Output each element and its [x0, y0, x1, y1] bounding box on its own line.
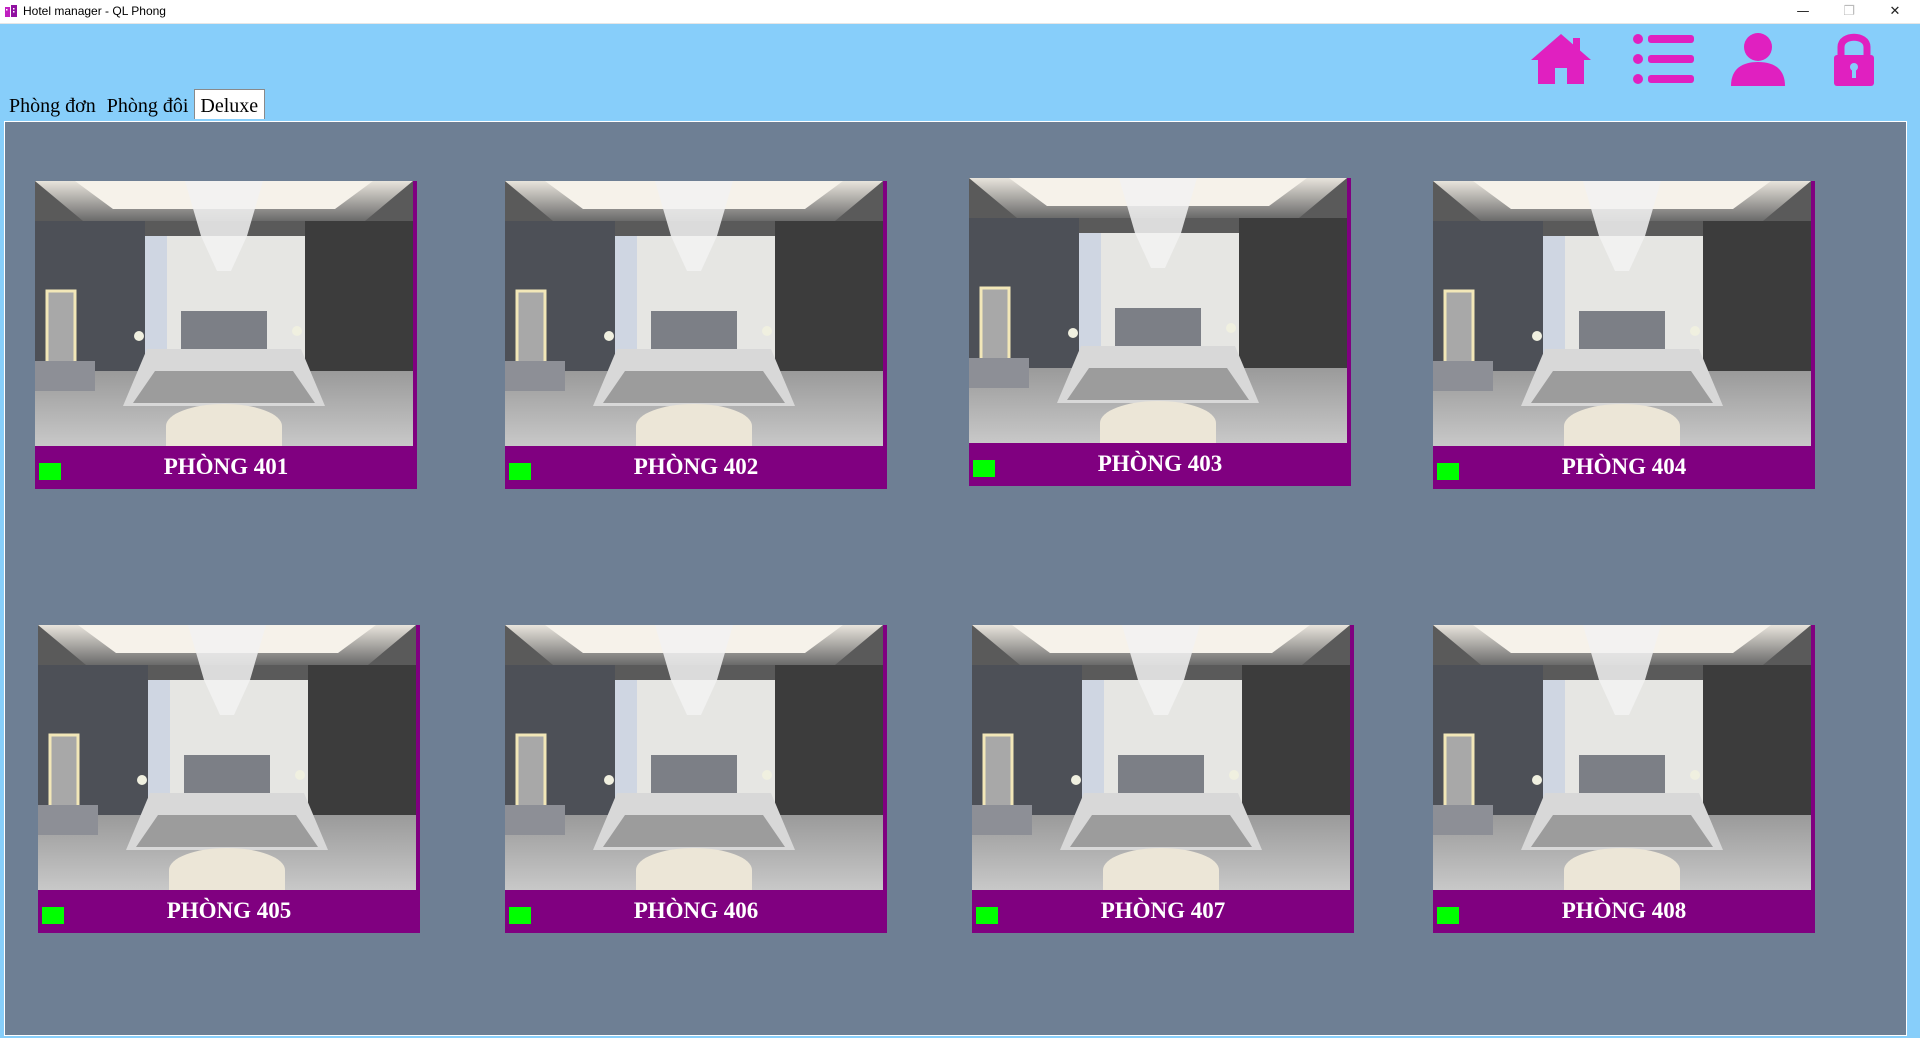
close-button[interactable]: ✕ — [1872, 0, 1918, 23]
tab-phong-doi[interactable]: Phòng đôi — [102, 91, 195, 121]
room-photo — [505, 625, 883, 890]
room-type-tabs: Phòng đơn Phòng đôi Deluxe — [4, 89, 266, 121]
room-photo — [969, 178, 1347, 443]
room-label: PHÒNG 403 — [1097, 451, 1223, 476]
title-bar: Hotel manager - QL Phong — ❐ ✕ — [0, 0, 1920, 24]
tab-deluxe[interactable]: Deluxe — [194, 89, 266, 119]
list-icon[interactable] — [1632, 32, 1696, 86]
room-photo — [38, 625, 416, 890]
room-photo — [35, 181, 413, 446]
home-icon[interactable] — [1529, 32, 1593, 86]
room-label: PHÒNG 405 — [166, 898, 292, 923]
room-photo — [1433, 625, 1811, 890]
room-label: PHÒNG 402 — [633, 454, 759, 479]
room-label: PHÒNG 408 — [1561, 898, 1687, 923]
room-card-404[interactable]: PHÒNG 404 — [1433, 181, 1815, 489]
room-label: PHÒNG 404 — [1561, 454, 1687, 479]
hotel-app-icon — [5, 5, 17, 17]
room-card-401[interactable]: PHÒNG 401 — [35, 181, 417, 489]
room-label: PHÒNG 407 — [1100, 898, 1226, 923]
room-photo — [1433, 181, 1811, 446]
tab-phong-don[interactable]: Phòng đơn — [4, 91, 102, 121]
maximize-button[interactable]: ❐ — [1826, 0, 1872, 23]
room-card-405[interactable]: PHÒNG 405 — [38, 625, 420, 933]
room-label: PHÒNG 401 — [163, 454, 289, 479]
room-photo — [972, 625, 1350, 890]
room-card-408[interactable]: PHÒNG 408 — [1433, 625, 1815, 933]
room-card-403[interactable]: PHÒNG 403 — [969, 178, 1351, 486]
room-card-406[interactable]: PHÒNG 406 — [505, 625, 887, 933]
minimize-button[interactable]: — — [1780, 0, 1826, 23]
room-card-407[interactable]: PHÒNG 407 — [972, 625, 1354, 933]
lock-icon[interactable] — [1822, 32, 1886, 86]
user-icon[interactable] — [1726, 32, 1790, 86]
window-title: Hotel manager - QL Phong — [23, 4, 166, 18]
room-card-402[interactable]: PHÒNG 402 — [505, 181, 887, 489]
room-label: PHÒNG 406 — [633, 898, 759, 923]
room-photo — [505, 181, 883, 446]
